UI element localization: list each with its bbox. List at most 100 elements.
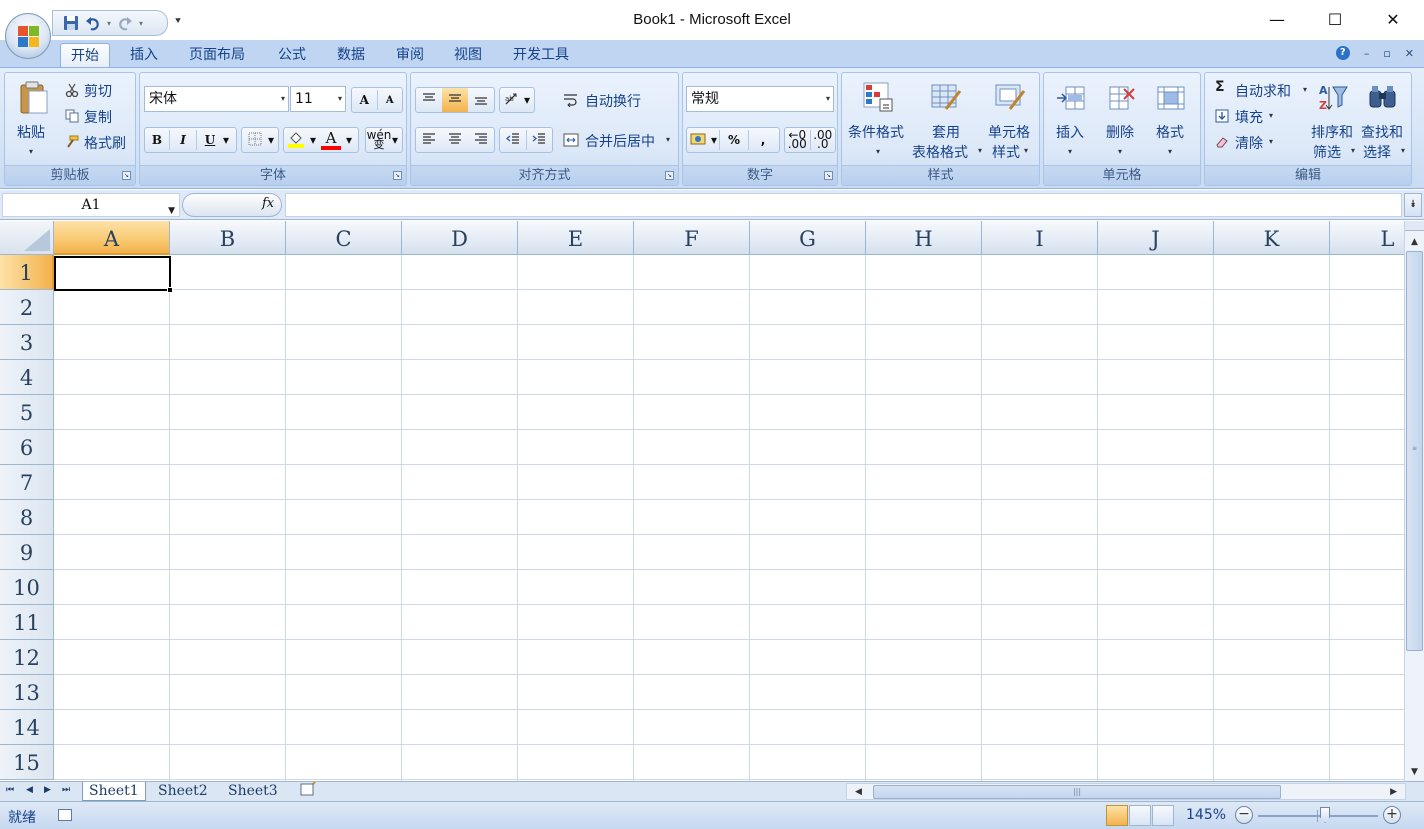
column-header[interactable]: D — [402, 221, 518, 255]
first-sheet-icon[interactable]: ⏮ — [6, 785, 14, 795]
scroll-up-icon[interactable]: ▲ — [1405, 233, 1424, 251]
tab-formulas[interactable]: 公式 — [268, 43, 316, 69]
column-header[interactable]: H — [866, 221, 982, 255]
column-header[interactable]: C — [286, 221, 402, 255]
horizontal-scrollbar[interactable]: ◀ ||| ▶ — [846, 783, 1406, 800]
format-cells-icon[interactable] — [1156, 83, 1186, 117]
number-format-select[interactable]: 常规 ▾ — [686, 86, 834, 112]
normal-view-button[interactable] — [1106, 805, 1128, 826]
name-box[interactable]: A1 ▼ — [2, 193, 180, 217]
font-color-dropdown-icon[interactable]: ▾ — [344, 133, 354, 147]
merge-center-button[interactable]: 合并后居中 — [585, 131, 655, 151]
active-cell[interactable] — [54, 256, 171, 291]
tab-developer[interactable]: 开发工具 — [503, 43, 579, 69]
phonetic-dropdown-icon[interactable]: ▾ — [392, 133, 398, 147]
wrap-text-button[interactable]: 自动换行 — [585, 91, 641, 111]
shrink-font-button[interactable]: A — [378, 95, 403, 106]
next-sheet-icon[interactable]: ▶ — [44, 785, 51, 795]
cut-button[interactable]: 剪切 — [84, 81, 112, 101]
find-select-label-2[interactable]: 选择 — [1363, 142, 1391, 162]
column-header[interactable]: I — [982, 221, 1098, 255]
expand-formula-bar-button[interactable]: ⯯ — [1404, 193, 1422, 217]
delete-cells-icon[interactable] — [1106, 83, 1136, 117]
underline-button[interactable]: U — [197, 133, 223, 147]
fill-color-icon[interactable] — [284, 130, 308, 151]
scroll-left-icon[interactable]: ◀ — [855, 784, 862, 800]
column-header[interactable]: J — [1098, 221, 1214, 255]
row-header[interactable]: 2 — [0, 290, 54, 325]
accounting-dropdown-icon[interactable]: ▾ — [709, 133, 719, 147]
autosum-button[interactable]: 自动求和 — [1235, 81, 1291, 101]
row-header[interactable]: 10 — [0, 570, 54, 605]
last-sheet-icon[interactable]: ⏭ — [62, 785, 70, 795]
column-header[interactable]: K — [1214, 221, 1330, 255]
italic-button[interactable]: I — [170, 133, 196, 147]
cell-styles-icon[interactable] — [994, 81, 1026, 117]
clear-icon[interactable] — [1215, 135, 1229, 153]
fill-icon[interactable] — [1215, 109, 1229, 127]
border-dropdown-icon[interactable]: ▾ — [268, 133, 274, 147]
insert-cells-icon[interactable] — [1056, 83, 1086, 117]
fill-handle[interactable] — [167, 287, 173, 293]
column-header[interactable]: A — [54, 221, 170, 255]
alignment-launcher-icon[interactable]: ↘ — [665, 171, 674, 180]
row-header[interactable]: 4 — [0, 360, 54, 395]
format-as-table-icon[interactable] — [930, 81, 962, 117]
ribbon-minimize-button[interactable]: – — [1364, 47, 1370, 60]
row-header[interactable]: 1 — [0, 255, 54, 290]
autosum-dropdown-icon[interactable]: ▾ — [1303, 85, 1307, 94]
clear-dropdown-icon[interactable]: ▾ — [1269, 137, 1273, 146]
split-box[interactable] — [1405, 221, 1424, 231]
orientation-dropdown-icon[interactable]: ▾ — [524, 93, 530, 107]
border-button[interactable]: ▾ — [241, 127, 279, 153]
align-bottom-icon[interactable] — [468, 93, 494, 108]
paste-dropdown-icon[interactable]: ▾ — [29, 147, 33, 156]
font-color-icon[interactable]: A — [318, 130, 344, 150]
scroll-right-icon[interactable]: ▶ — [1390, 784, 1397, 800]
row-header[interactable]: 6 — [0, 430, 54, 465]
conditional-formatting-button[interactable]: 条件格式 — [848, 122, 904, 142]
cell-styles-label-1[interactable]: 单元格 — [988, 122, 1030, 142]
insert-cells-button[interactable]: 插入 — [1056, 122, 1084, 142]
find-select-icon[interactable] — [1367, 83, 1399, 117]
help-icon[interactable]: ? — [1335, 46, 1350, 60]
paste-button[interactable]: 粘贴 — [17, 122, 45, 142]
vertical-scrollbar[interactable]: ▲ ≡ ▼ — [1404, 221, 1424, 781]
number-launcher-icon[interactable]: ↘ — [824, 171, 833, 180]
grow-font-button[interactable]: A — [352, 93, 377, 107]
clipboard-launcher-icon[interactable]: ↘ — [122, 171, 131, 180]
insert-function-button[interactable]: fx — [262, 196, 274, 211]
zoom-level[interactable]: 145% — [1186, 807, 1226, 823]
minimize-button[interactable]: — — [1248, 0, 1306, 38]
format-painter-button[interactable]: 格式刷 — [84, 133, 126, 153]
insert-sheet-icon[interactable] — [292, 781, 322, 801]
sort-filter-label-2[interactable]: 筛选 — [1313, 142, 1341, 162]
bold-button[interactable]: B — [145, 133, 169, 147]
column-header[interactable]: G — [750, 221, 866, 255]
cell-styles-label-2[interactable]: 样式 — [992, 142, 1020, 162]
format-cells-button[interactable]: 格式 — [1156, 122, 1184, 142]
decrease-decimal-button[interactable]: .00.0 — [811, 129, 836, 150]
tab-home[interactable]: 开始 — [60, 43, 110, 69]
row-header[interactable]: 8 — [0, 500, 54, 535]
tab-page-layout[interactable]: 页面布局 — [179, 43, 255, 69]
cell-area[interactable] — [54, 255, 1404, 781]
clear-button[interactable]: 清除 — [1235, 133, 1263, 153]
sort-filter-icon[interactable]: AZ — [1317, 83, 1349, 117]
page-layout-view-button[interactable] — [1129, 805, 1151, 826]
select-all-button[interactable] — [0, 221, 54, 255]
row-header[interactable]: 13 — [0, 675, 54, 710]
font-name-select[interactable]: 宋体 ▾ — [144, 86, 289, 112]
zoom-slider-track[interactable] — [1258, 815, 1378, 817]
conditional-dropdown-icon[interactable]: ▾ — [876, 147, 880, 156]
cell-styles-dropdown-icon[interactable]: ▾ — [1024, 146, 1028, 155]
percent-button[interactable]: % — [720, 133, 748, 147]
zoom-out-button[interactable]: − — [1235, 806, 1253, 824]
align-center-icon[interactable] — [442, 132, 468, 148]
align-left-icon[interactable] — [416, 132, 442, 148]
column-header[interactable]: F — [634, 221, 750, 255]
font-size-select[interactable]: 11 ▾ — [290, 86, 346, 112]
row-header[interactable]: 11 — [0, 605, 54, 640]
delete-cells-dropdown-icon[interactable]: ▾ — [1118, 147, 1122, 156]
ribbon-close-button[interactable]: ✕ — [1405, 47, 1414, 60]
